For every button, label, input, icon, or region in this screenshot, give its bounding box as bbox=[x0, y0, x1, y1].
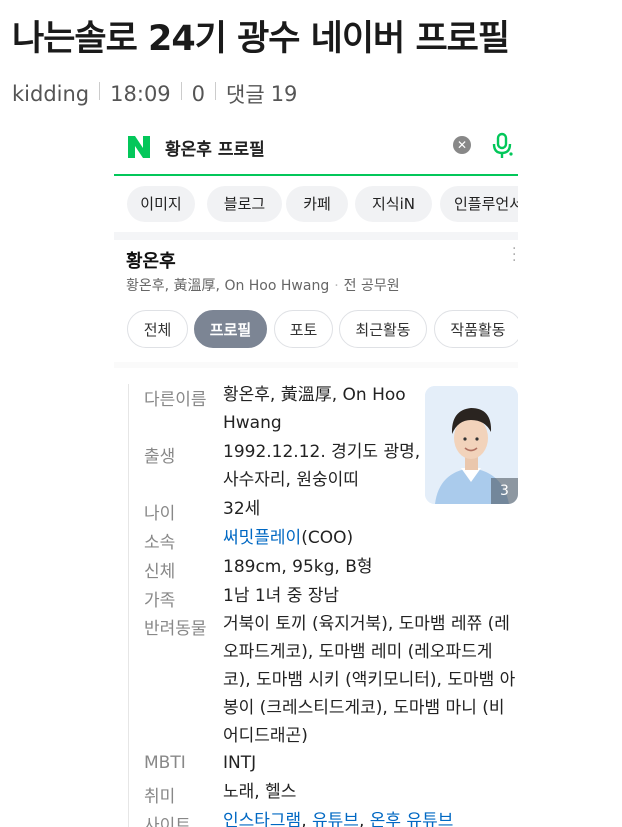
label-age: 나이 bbox=[144, 504, 176, 524]
post-meta: kidding 18:09 0 댓글 19 bbox=[12, 79, 297, 109]
value-line: 오파드게코), 도마뱀 레미 (레오파드게 bbox=[223, 642, 493, 662]
naver-logo-icon bbox=[128, 136, 150, 158]
label-site: 사이트 bbox=[144, 816, 191, 827]
value-line: 코), 도마뱀 시키 (액키모니터), 도마뱀 아 bbox=[223, 670, 516, 690]
chip-kin[interactable]: 지식iN bbox=[355, 186, 432, 222]
value-line: 어디드래곤) bbox=[223, 726, 308, 746]
profile-photo[interactable]: 3 bbox=[425, 386, 518, 504]
instagram-link[interactable]: 인스타그램 bbox=[223, 811, 301, 827]
value-line: 사수자리, 원숭이띠 bbox=[223, 470, 359, 490]
value-line: 1992.12.12. 경기도 광명, bbox=[223, 442, 421, 462]
chip-blog[interactable]: 블로그 bbox=[207, 186, 282, 222]
search-bar[interactable]: 황온후 프로필 ✕ bbox=[114, 122, 518, 176]
label-birth: 출생 bbox=[144, 447, 176, 467]
divider bbox=[99, 82, 101, 100]
value-line: 봉이 (크레스티드게코), 도마뱀 마니 (비 bbox=[223, 698, 505, 718]
tab-recent-activity[interactable]: 최근활동 bbox=[339, 310, 427, 348]
tab-all[interactable]: 전체 bbox=[127, 310, 188, 348]
chip-images[interactable]: 이미지 bbox=[127, 186, 195, 222]
search-query[interactable]: 황온후 프로필 bbox=[165, 135, 265, 160]
value-other-names: 황온후, 黃溫厚, On Hoo Hwang bbox=[223, 381, 406, 437]
divider bbox=[180, 82, 182, 100]
post-title: 나는솔로 24기 광수 네이버 프로필 bbox=[12, 19, 510, 59]
value-body: 189cm, 95kg, B형 bbox=[223, 557, 373, 577]
post-time: 18:09 bbox=[110, 82, 171, 106]
label-family: 가족 bbox=[144, 591, 176, 611]
chip-influencer[interactable]: 인플루언서 bbox=[440, 186, 518, 222]
label-body: 신체 bbox=[144, 562, 176, 582]
value-age: 32세 bbox=[223, 499, 261, 519]
value-line: 황온후, 黃溫厚, On Hoo bbox=[223, 385, 406, 405]
microphone-icon[interactable] bbox=[490, 132, 514, 160]
more-options-icon[interactable]: · · · bbox=[512, 242, 516, 268]
tab-profile[interactable]: 프로필 bbox=[194, 310, 267, 348]
value-pets: 거북이 토끼 (육지거북), 도마뱀 레쮸 (레 오파드게코), 도마뱀 레미 … bbox=[223, 610, 515, 750]
chip-cafe[interactable]: 카페 bbox=[286, 186, 348, 222]
view-count: 0 bbox=[191, 82, 206, 106]
value-mbti: INTJ bbox=[223, 753, 257, 773]
entity-subtitle: 황온후, 黃溫厚, On Hoo Hwang · 전 공무원 bbox=[126, 278, 400, 294]
divider bbox=[215, 82, 217, 100]
clear-icon[interactable]: ✕ bbox=[453, 136, 471, 154]
entity-aliases: 황온후, 黃溫厚, On Hoo Hwang bbox=[126, 278, 330, 294]
author-name[interactable]: kidding bbox=[12, 82, 89, 106]
label-hobby: 취미 bbox=[144, 787, 176, 807]
value-site: 인스타그램, 유튜브, 온후 유튜브 bbox=[223, 807, 453, 827]
label-pets: 반려동물 bbox=[144, 619, 207, 639]
affiliation-role: (COO) bbox=[301, 528, 354, 548]
tab-photo[interactable]: 포토 bbox=[274, 310, 333, 348]
youtube-link[interactable]: 유튜브 bbox=[312, 811, 359, 827]
comments-count[interactable]: 19 bbox=[271, 82, 298, 106]
entity-name[interactable]: 황온후 bbox=[126, 247, 176, 273]
label-affiliation: 소속 bbox=[144, 533, 176, 553]
value-line: Hwang bbox=[223, 413, 282, 433]
tab-works[interactable]: 작품활동 bbox=[434, 310, 518, 348]
affiliation-link[interactable]: 써밋플레이 bbox=[223, 528, 301, 548]
embedded-screenshot: 황온후 프로필 ✕ 이미지 블로그 카페 지식iN 인플루언서 황온후 황온후,… bbox=[114, 122, 518, 827]
label-other-names: 다른이름 bbox=[144, 390, 207, 410]
value-affiliation: 써밋플레이(COO) bbox=[223, 524, 353, 552]
value-family: 1남 1녀 중 장남 bbox=[223, 586, 340, 606]
section-divider bbox=[114, 362, 518, 368]
photo-count-badge: 3 bbox=[491, 478, 518, 504]
comments-label[interactable]: 댓글 bbox=[226, 79, 265, 109]
value-birth: 1992.12.12. 경기도 광명, 사수자리, 원숭이띠 bbox=[223, 438, 420, 494]
onhoo-youtube-link[interactable]: 온후 유튜브 bbox=[370, 811, 454, 827]
value-line: 거북이 토끼 (육지거북), 도마뱀 레쮸 (레 bbox=[223, 614, 510, 634]
label-mbti: MBTI bbox=[144, 753, 186, 773]
section-divider bbox=[114, 232, 518, 240]
value-hobby: 노래, 헬스 bbox=[223, 782, 297, 802]
entity-role: 전 공무원 bbox=[343, 278, 400, 294]
profile-border bbox=[128, 384, 129, 827]
